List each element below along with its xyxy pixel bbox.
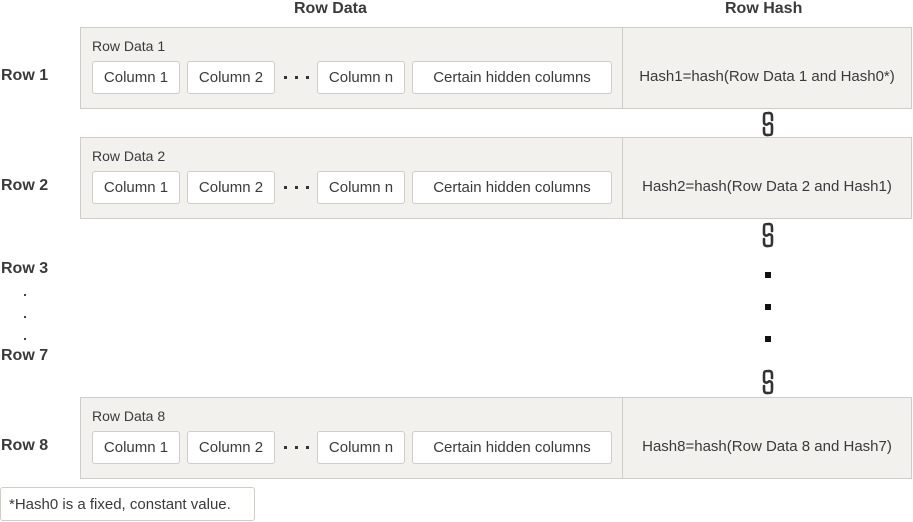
row-7-label: Row 7 [1, 347, 49, 364]
row-data-label: Row Data 2 [92, 148, 166, 164]
row-hash-formula: Hash2=hash(Row Data 2 and Hash1) [642, 177, 892, 195]
ellipsis-icon [284, 76, 310, 80]
column-1-cell: Column 1 [92, 61, 180, 94]
vertical-ellipsis-dot [24, 338, 26, 340]
hidden-columns-cell: Certain hidden columns [412, 431, 612, 464]
hidden-columns-cell: Certain hidden columns [412, 61, 612, 94]
continuation-dot [765, 272, 771, 278]
ellipsis-icon [284, 446, 310, 450]
vertical-ellipsis-dot [24, 294, 26, 296]
column-2-cell: Column 2 [187, 431, 275, 464]
row-2-panel: Row Data 2 Column 1 Column 2 Column n Ce… [80, 137, 912, 219]
column-1-cell: Column 1 [92, 171, 180, 204]
ellipsis-icon [284, 186, 310, 190]
row-hash-formula: Hash8=hash(Row Data 8 and Hash7) [642, 437, 892, 455]
row-2-label: Row 2 [1, 177, 49, 194]
row-1-label: Row 1 [1, 67, 49, 84]
row-hash-formula: Hash1=hash(Row Data 1 and Hash0*) [639, 67, 895, 85]
vertical-ellipsis-dot [24, 316, 26, 318]
column-n-cell: Column n [317, 61, 405, 94]
column-1-cell: Column 1 [92, 431, 180, 464]
link-icon [762, 111, 774, 137]
hidden-columns-cell: Certain hidden columns [412, 171, 612, 204]
row-8-label: Row 8 [1, 437, 49, 454]
link-icon [762, 369, 774, 395]
column-n-cell: Column n [317, 431, 405, 464]
row-3-label: Row 3 [1, 260, 49, 277]
link-icon [762, 222, 774, 248]
row-8-panel: Row Data 8 Column 1 Column 2 Column n Ce… [80, 397, 912, 479]
continuation-dot [765, 304, 771, 310]
row-data-label: Row Data 8 [92, 408, 166, 424]
row-1-panel: Row Data 1 Column 1 Column 2 Column n Ce… [80, 27, 912, 109]
row-data-header: Row Data [294, 0, 367, 17]
continuation-dot [765, 336, 771, 342]
row-hash-header: Row Hash [725, 0, 803, 17]
column-2-cell: Column 2 [187, 171, 275, 204]
column-2-cell: Column 2 [187, 61, 275, 94]
column-n-cell: Column n [317, 171, 405, 204]
footnote: *Hash0 is a fixed, constant value. [0, 487, 255, 521]
row-data-label: Row Data 1 [92, 38, 166, 54]
